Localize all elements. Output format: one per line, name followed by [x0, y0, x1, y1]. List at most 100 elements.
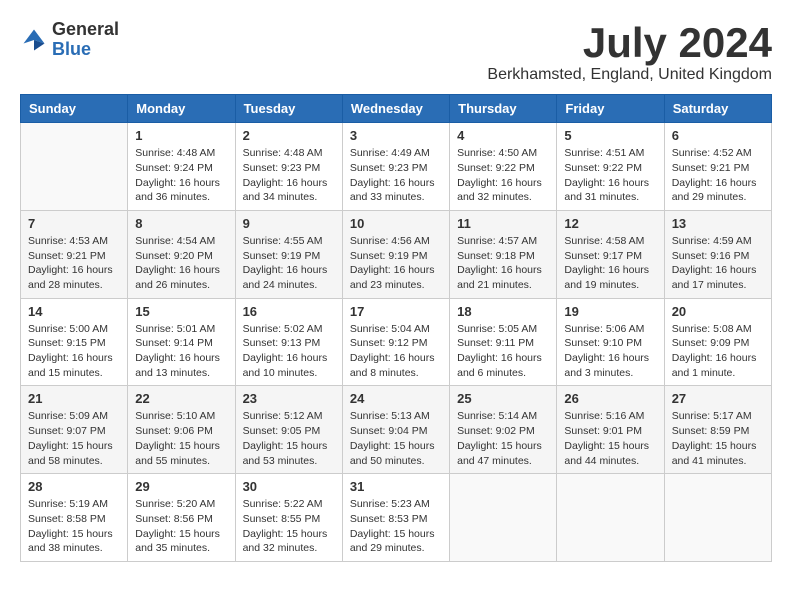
day-number: 2	[243, 128, 335, 143]
calendar-week-row: 7Sunrise: 4:53 AM Sunset: 9:21 PM Daylig…	[21, 210, 772, 298]
calendar-cell: 13 Sunrise: 4:59 AM Sunset: 9:16 PM Dayli…	[664, 210, 771, 298]
month-title: July 2024	[487, 20, 772, 66]
day-info: Sunrise: 5:04 AM Sunset: 9:12 PM Dayligh…	[350, 322, 442, 381]
calendar-cell: 3Sunrise: 4:49 AM Sunset: 9:23 PM Daylig…	[342, 123, 449, 211]
calendar-cell: 7Sunrise: 4:53 AM Sunset: 9:21 PM Daylig…	[21, 210, 128, 298]
calendar-table: SundayMondayTuesdayWednesdayThursdayFrid…	[20, 94, 772, 562]
day-info: Sunrise: 5:19 AM Sunset: 8:58 PM Dayligh…	[28, 497, 120, 556]
day-number: 16	[243, 304, 335, 319]
calendar-header-row: SundayMondayTuesdayWednesdayThursdayFrid…	[21, 95, 772, 123]
day-info: Sunrise: 5:08 AM Sunset: 9:09 PM Dayligh…	[672, 322, 764, 381]
day-number: 31	[350, 479, 442, 494]
day-info: Sunrise: 5:09 AM Sunset: 9:07 PM Dayligh…	[28, 409, 120, 468]
day-number: 13	[672, 216, 764, 231]
day-info: Sunrise: 5:13 AM Sunset: 9:04 PM Dayligh…	[350, 409, 442, 468]
calendar-cell: 22Sunrise: 5:10 AM Sunset: 9:06 PM Dayli…	[128, 386, 235, 474]
calendar-cell: 31 Sunrise: 5:23 AM Sunset: 8:53 PM Dayli…	[342, 474, 449, 562]
day-header-friday: Friday	[557, 95, 664, 123]
calendar-cell: 25 Sunrise: 5:14 AM Sunset: 9:02 PM Dayli…	[450, 386, 557, 474]
calendar-cell: 28 Sunrise: 5:19 AM Sunset: 8:58 PM Dayli…	[21, 474, 128, 562]
day-info: Sunrise: 5:16 AM Sunset: 9:01 PM Dayligh…	[564, 409, 656, 468]
calendar-cell: 17Sunrise: 5:04 AM Sunset: 9:12 PM Dayli…	[342, 298, 449, 386]
day-header-thursday: Thursday	[450, 95, 557, 123]
day-number: 11	[457, 216, 549, 231]
day-number: 14	[28, 304, 120, 319]
day-number: 21	[28, 391, 120, 406]
day-number: 18	[457, 304, 549, 319]
day-number: 7	[28, 216, 120, 231]
day-info: Sunrise: 4:55 AM Sunset: 9:19 PM Dayligh…	[243, 234, 335, 293]
day-number: 4	[457, 128, 549, 143]
day-info: Sunrise: 5:06 AM Sunset: 9:10 PM Dayligh…	[564, 322, 656, 381]
day-info: Sunrise: 4:50 AM Sunset: 9:22 PM Dayligh…	[457, 146, 549, 205]
calendar-cell: 23 Sunrise: 5:12 AM Sunset: 9:05 PM Dayli…	[235, 386, 342, 474]
day-number: 23	[243, 391, 335, 406]
day-info: Sunrise: 5:05 AM Sunset: 9:11 PM Dayligh…	[457, 322, 549, 381]
calendar-cell: 5 Sunrise: 4:51 AM Sunset: 9:22 PM Daylig…	[557, 123, 664, 211]
day-header-monday: Monday	[128, 95, 235, 123]
page-header: General Blue July 2024 Berkhamsted, Engl…	[20, 20, 772, 84]
day-number: 20	[672, 304, 764, 319]
day-header-tuesday: Tuesday	[235, 95, 342, 123]
calendar-week-row: 1 Sunrise: 4:48 AM Sunset: 9:24 PM Daylig…	[21, 123, 772, 211]
day-info: Sunrise: 5:14 AM Sunset: 9:02 PM Dayligh…	[457, 409, 549, 468]
calendar-cell	[557, 474, 664, 562]
day-number: 19	[564, 304, 656, 319]
calendar-cell: 30 Sunrise: 5:22 AM Sunset: 8:55 PM Dayli…	[235, 474, 342, 562]
calendar-cell: 10 Sunrise: 4:56 AM Sunset: 9:19 PM Dayli…	[342, 210, 449, 298]
day-number: 24	[350, 391, 442, 406]
day-info: Sunrise: 4:58 AM Sunset: 9:17 PM Dayligh…	[564, 234, 656, 293]
day-number: 12	[564, 216, 656, 231]
calendar-week-row: 28 Sunrise: 5:19 AM Sunset: 8:58 PM Dayli…	[21, 474, 772, 562]
logo-blue: Blue	[52, 40, 119, 60]
day-header-saturday: Saturday	[664, 95, 771, 123]
logo-icon	[20, 26, 48, 54]
calendar-cell: 4 Sunrise: 4:50 AM Sunset: 9:22 PM Daylig…	[450, 123, 557, 211]
day-info: Sunrise: 5:17 AM Sunset: 8:59 PM Dayligh…	[672, 409, 764, 468]
calendar-cell: 6Sunrise: 4:52 AM Sunset: 9:21 PM Daylig…	[664, 123, 771, 211]
day-number: 25	[457, 391, 549, 406]
day-info: Sunrise: 5:12 AM Sunset: 9:05 PM Dayligh…	[243, 409, 335, 468]
calendar-cell: 16Sunrise: 5:02 AM Sunset: 9:13 PM Dayli…	[235, 298, 342, 386]
day-number: 22	[135, 391, 227, 406]
calendar-cell: 11 Sunrise: 4:57 AM Sunset: 9:18 PM Dayli…	[450, 210, 557, 298]
day-number: 30	[243, 479, 335, 494]
day-info: Sunrise: 4:59 AM Sunset: 9:16 PM Dayligh…	[672, 234, 764, 293]
location: Berkhamsted, England, United Kingdom	[487, 66, 772, 84]
calendar-cell: 24 Sunrise: 5:13 AM Sunset: 9:04 PM Dayli…	[342, 386, 449, 474]
day-info: Sunrise: 5:00 AM Sunset: 9:15 PM Dayligh…	[28, 322, 120, 381]
day-number: 3	[350, 128, 442, 143]
day-number: 9	[243, 216, 335, 231]
day-info: Sunrise: 4:56 AM Sunset: 9:19 PM Dayligh…	[350, 234, 442, 293]
day-info: Sunrise: 5:01 AM Sunset: 9:14 PM Dayligh…	[135, 322, 227, 381]
day-number: 26	[564, 391, 656, 406]
day-info: Sunrise: 4:51 AM Sunset: 9:22 PM Dayligh…	[564, 146, 656, 205]
calendar-week-row: 14 Sunrise: 5:00 AM Sunset: 9:15 PM Dayli…	[21, 298, 772, 386]
day-number: 28	[28, 479, 120, 494]
day-number: 29	[135, 479, 227, 494]
day-number: 10	[350, 216, 442, 231]
day-number: 8	[135, 216, 227, 231]
calendar-cell: 15Sunrise: 5:01 AM Sunset: 9:14 PM Dayli…	[128, 298, 235, 386]
calendar-cell	[664, 474, 771, 562]
day-info: Sunrise: 5:23 AM Sunset: 8:53 PM Dayligh…	[350, 497, 442, 556]
title-block: July 2024 Berkhamsted, England, United K…	[487, 20, 772, 84]
day-info: Sunrise: 4:54 AM Sunset: 9:20 PM Dayligh…	[135, 234, 227, 293]
logo: General Blue	[20, 20, 119, 60]
calendar-cell: 29Sunrise: 5:20 AM Sunset: 8:56 PM Dayli…	[128, 474, 235, 562]
day-header-sunday: Sunday	[21, 95, 128, 123]
calendar-cell: 20 Sunrise: 5:08 AM Sunset: 9:09 PM Dayli…	[664, 298, 771, 386]
day-header-wednesday: Wednesday	[342, 95, 449, 123]
calendar-cell: 19 Sunrise: 5:06 AM Sunset: 9:10 PM Dayli…	[557, 298, 664, 386]
day-number: 6	[672, 128, 764, 143]
day-info: Sunrise: 4:48 AM Sunset: 9:24 PM Dayligh…	[135, 146, 227, 205]
day-info: Sunrise: 4:57 AM Sunset: 9:18 PM Dayligh…	[457, 234, 549, 293]
day-info: Sunrise: 5:22 AM Sunset: 8:55 PM Dayligh…	[243, 497, 335, 556]
calendar-cell: 2 Sunrise: 4:48 AM Sunset: 9:23 PM Daylig…	[235, 123, 342, 211]
day-number: 5	[564, 128, 656, 143]
day-number: 1	[135, 128, 227, 143]
calendar-cell: 14 Sunrise: 5:00 AM Sunset: 9:15 PM Dayli…	[21, 298, 128, 386]
logo-text: General Blue	[52, 20, 119, 60]
calendar-cell: 18 Sunrise: 5:05 AM Sunset: 9:11 PM Dayli…	[450, 298, 557, 386]
day-info: Sunrise: 4:48 AM Sunset: 9:23 PM Dayligh…	[243, 146, 335, 205]
